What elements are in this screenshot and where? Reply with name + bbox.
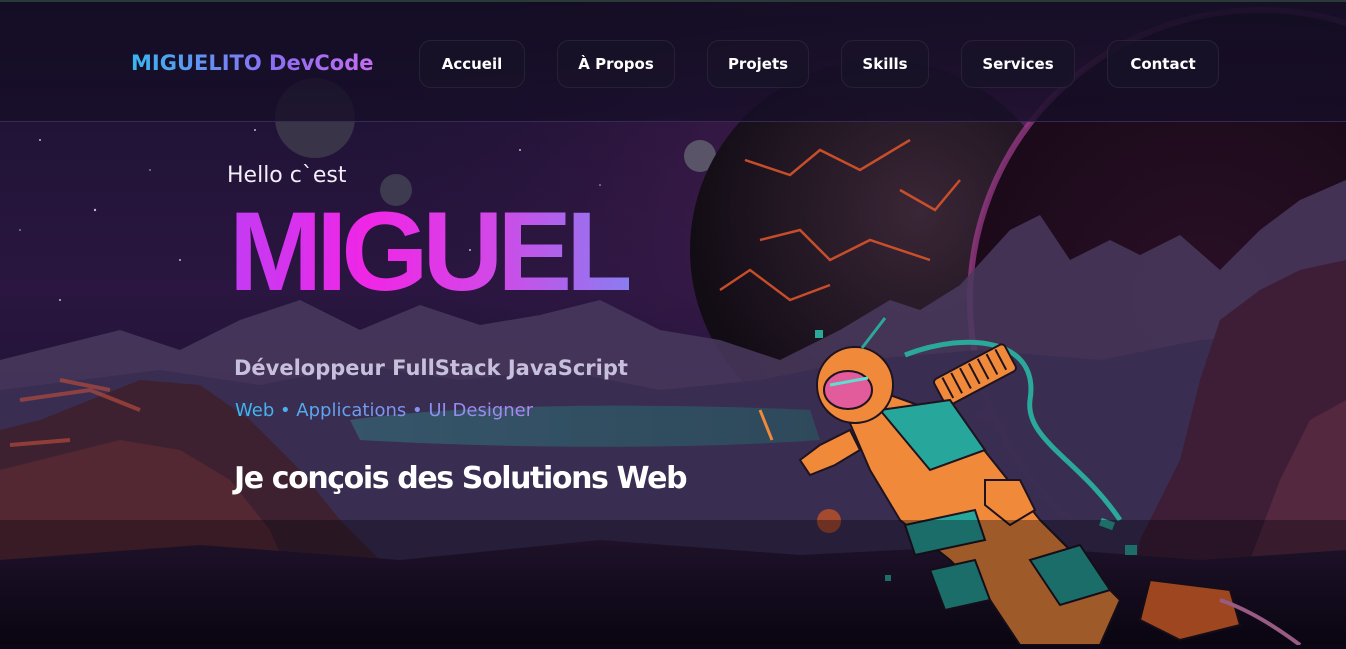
nav-contact[interactable]: Contact [1107,40,1219,88]
nav-skills[interactable]: Skills [841,40,929,88]
hero-greeting: Hello c`est [227,163,347,188]
nav-accueil[interactable]: Accueil [419,40,525,88]
brand-logo[interactable]: MIGUELITO DevCode [131,51,374,75]
hero-role: Développeur FullStack JavaScript [234,356,628,380]
hero-slogan: Je conçois des Solutions Web [234,461,688,496]
nav-a-propos[interactable]: À Propos [557,40,675,88]
nav-projets[interactable]: Projets [707,40,809,88]
nav-services[interactable]: Services [961,40,1075,88]
site-header: MIGUELITO DevCode Accueil À Propos Proje… [0,0,1346,122]
hero-tags: Web • Applications • UI Designer [235,400,534,421]
hero-name: MIGUEL [229,189,635,314]
